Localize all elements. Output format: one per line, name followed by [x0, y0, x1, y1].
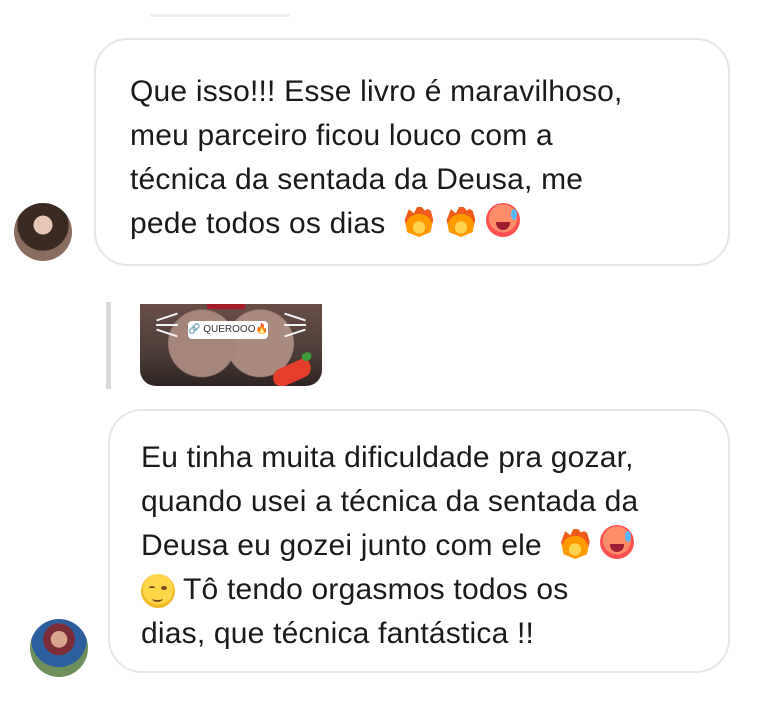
message-line: Tô tendo orgasmos todos os — [141, 568, 708, 612]
fire-icon — [446, 203, 476, 237]
message-text: Tô tendo orgasmos todos os — [183, 573, 569, 606]
hot-face-icon — [600, 525, 635, 559]
story-tag: 🔗 QUEROOO🔥 — [188, 321, 268, 339]
message-line: quando usei a técnica da sentada da — [141, 485, 639, 518]
emoji-group — [402, 203, 520, 237]
message-line: Deusa eu gozei junto com ele — [141, 524, 708, 568]
message-bubble-1[interactable]: Que isso!!! Esse livro é maravilhoso, me… — [94, 38, 730, 266]
message-text: Deusa eu gozei junto com ele — [141, 529, 542, 562]
story-reply-bar — [106, 302, 111, 389]
message-line: técnica da sentada da Deusa, me — [130, 163, 584, 196]
pepper-icon — [270, 356, 314, 386]
spark-icon — [284, 324, 306, 326]
story-reply-preview[interactable]: 🔗 QUEROOO🔥 — [140, 304, 322, 386]
message-bubble-2[interactable]: Eu tinha muita dificuldade pra gozar, qu… — [108, 409, 730, 673]
fire-icon — [561, 525, 590, 559]
emoji-group — [558, 525, 635, 559]
spark-icon — [156, 324, 178, 326]
fire-icon — [404, 203, 434, 237]
top-divider — [150, 14, 290, 17]
message-line: Que isso!!! Esse livro é maravilhoso, — [130, 75, 623, 108]
message-line: meu parceiro ficou louco com a — [130, 119, 553, 152]
relieved-face-icon — [141, 574, 175, 609]
message-line: Eu tinha muita dificuldade pra gozar, — [141, 441, 634, 474]
sender-avatar[interactable] — [30, 619, 88, 677]
message-line: dias, que técnica fantástica !! — [141, 617, 535, 650]
sender-avatar[interactable] — [14, 203, 72, 261]
message-text: pede todos os dias — [130, 207, 386, 240]
hot-face-icon — [486, 203, 520, 237]
message-line: pede todos os dias — [130, 202, 700, 246]
